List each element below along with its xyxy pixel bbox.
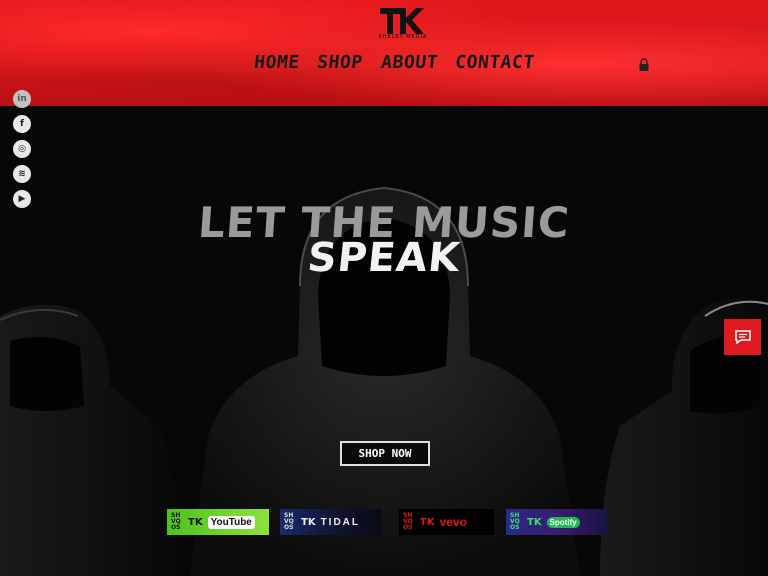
spotify-icon[interactable]: ≋ (13, 165, 31, 183)
site-logo[interactable]: SHELBY MEDIA (366, 4, 440, 44)
vevo-banner[interactable]: SH VQ OS TK vevo (399, 509, 494, 535)
chat-icon (734, 330, 751, 345)
tidal-banner[interactable]: SH VQ OS TK TIDAL (280, 509, 382, 535)
banner-logo-mark: TK (420, 516, 435, 528)
spotify-banner[interactable]: SH VQ OS TK Spotify (506, 509, 608, 535)
hero-section (0, 106, 768, 576)
youtube-logo: YouTube (207, 515, 255, 529)
vevo-logo: vevo (439, 515, 467, 529)
nav-home[interactable]: HOME (253, 52, 301, 78)
banner-tag: SH VQ OS (171, 512, 181, 531)
tk-logo-icon (380, 8, 424, 34)
hero-title-line2: SPEAK (305, 235, 463, 281)
youtube-icon[interactable]: ▶ (13, 190, 31, 208)
banner-logo-mark: TK (527, 516, 542, 528)
spotify-logo: Spotify (546, 516, 580, 528)
nav-contact[interactable]: CONTACT (454, 52, 537, 78)
chat-button[interactable] (724, 319, 761, 355)
banner-logo-mark: TK (301, 516, 316, 528)
banner-tag: SH VQ OS (284, 512, 294, 531)
facebook-icon[interactable]: f (13, 115, 31, 133)
site-header: SHELBY MEDIA HOME SHOP ABOUT CONTACT (0, 0, 768, 106)
cart-icon[interactable] (637, 57, 651, 71)
main-nav: HOME SHOP ABOUT CONTACT (253, 52, 537, 78)
banner-tag: SH VQ OS (510, 512, 520, 531)
linkedin-icon[interactable]: in (13, 90, 31, 108)
logo-subtitle: SHELBY MEDIA (378, 34, 428, 40)
nav-about[interactable]: ABOUT (379, 52, 439, 78)
hoodie-figures-image (0, 186, 768, 576)
shop-now-button[interactable]: SHOP NOW (340, 441, 430, 466)
social-bar: in f ◎ ≋ ▶ (13, 90, 33, 215)
instagram-icon[interactable]: ◎ (13, 140, 31, 158)
banner-tag: SH VQ OS (403, 512, 413, 531)
page: SHELBY MEDIA HOME SHOP ABOUT CONTACT LET… (0, 0, 768, 576)
banner-logo-mark: TK (188, 516, 203, 528)
youtube-banner[interactable]: SH VQ OS TK YouTube (167, 509, 269, 535)
nav-shop[interactable]: SHOP (316, 52, 365, 78)
tidal-logo: TIDAL (320, 516, 361, 528)
